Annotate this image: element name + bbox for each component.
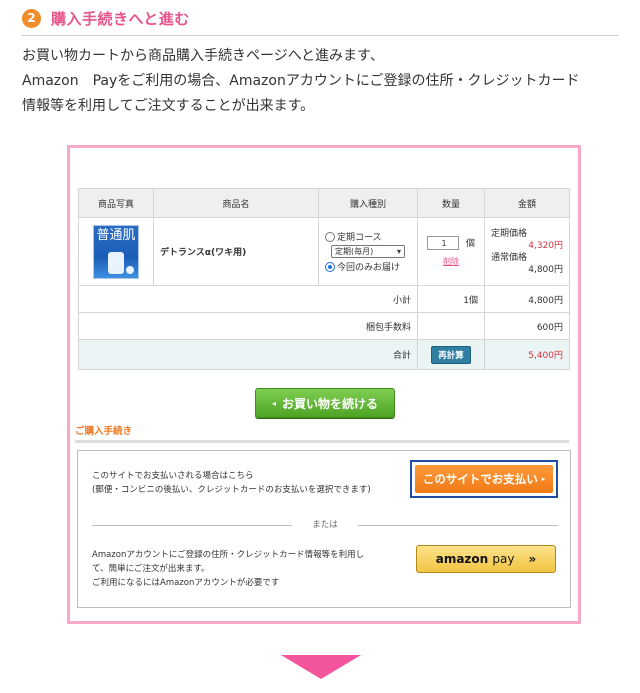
radio-label: 定期コース (337, 233, 382, 243)
radio-label: 今回のみお届け (337, 263, 401, 273)
continue-shopping-label: お買い物を続ける (282, 396, 379, 411)
chevron-left-icon: ◂ (271, 398, 276, 408)
subtotal-row: 小計 1個 4,800円 (78, 285, 570, 313)
header-amount: 金額 (484, 188, 570, 218)
payment-box: このサイトでお支払いされる場合はこちら (郵便・コンビニの後払い、クレジットカー… (77, 450, 571, 608)
amazon-pay-button[interactable]: amazon pay » (416, 545, 556, 573)
subscription-price: 4,320円 (528, 240, 563, 251)
select-value: 定期(毎月) (335, 247, 374, 256)
description-line: お買い物カートから商品購入手続きページへと進みます、 (22, 48, 384, 64)
radio-button-selected[interactable] (325, 261, 335, 272)
chevron-down-icon: ▾ (396, 247, 401, 256)
subscription-select[interactable]: 定期(毎月) ▾ (331, 245, 405, 258)
site-pay-text-line: このサイトでお支払いされる場合はこちら (92, 471, 254, 481)
table-row: 普通肌 デトランスα(ワキ用) 定期コース 定期(毎月) ▾ 今回のみお届け 1… (78, 217, 570, 286)
header-quantity: 数量 (417, 188, 485, 218)
description-line: Amazon Payをご利用の場合、Amazonアカウントにご登録の住所・クレジ… (22, 73, 580, 89)
cart-header-row: 商品写真 商品名 購入種別 数量 金額 (78, 188, 570, 218)
radio-once[interactable]: 今回のみお届け (325, 260, 411, 273)
header-photo: 商品写真 (78, 188, 154, 218)
amazon-text-line: Amazonアカウントにご登録の住所・クレジットカード情報等を利用し (92, 550, 365, 560)
bottle-graphic (108, 251, 124, 274)
subtotal-amount: 4,800円 (484, 285, 570, 313)
checkout-section-title: ご購入手続き (75, 426, 133, 437)
product-image-label: 普通肌 (96, 227, 136, 243)
amazon-text-line: て、簡単にご注文が出来ます。 (92, 564, 210, 574)
amazon-pay-logo: amazon pay (435, 552, 515, 566)
site-pay-focus-ring: このサイトでお支払い ▸ (410, 460, 558, 498)
screenshot-frame: 商品写真 商品名 購入種別 数量 金額 普通肌 デトランスα(ワキ用) 定期コー… (67, 145, 581, 624)
subtotal-qty: 1個 (417, 285, 485, 313)
continue-shopping-button[interactable]: ◂ お買い物を続ける (255, 388, 395, 418)
dot-graphic (126, 265, 134, 274)
product-name[interactable]: デトランスα(ワキ用) (160, 248, 246, 258)
double-chevron-icon: » (528, 552, 537, 566)
description: お買い物カートから商品購入手続きページへと進みます、 Amazon Payをご利… (22, 44, 622, 119)
down-arrow-icon (281, 655, 361, 679)
delete-link[interactable]: 削除 (443, 257, 459, 266)
site-pay-description: このサイトでお支払いされる場合はこちら (郵便・コンビニの後払い、クレジットカー… (92, 469, 371, 497)
radio-subscription[interactable]: 定期コース (325, 230, 411, 243)
packing-label: 梱包手数料 (78, 312, 418, 340)
total-amount: 5,400円 (484, 339, 570, 370)
quantity-input[interactable]: 1 (427, 236, 460, 251)
product-image[interactable]: 普通肌 (93, 224, 139, 279)
chevron-right-icon: ▸ (541, 475, 546, 483)
subtotal-label: 小計 (78, 285, 418, 313)
header-product-name: 商品名 (153, 188, 319, 218)
step-number-badge: 2 (22, 9, 41, 28)
amazon-pay-description: Amazonアカウントにご登録の住所・クレジットカード情報等を利用し て、簡単に… (92, 548, 364, 590)
step-title: 購入手続きへと進む (51, 10, 190, 28)
header-purchase-type: 購入種別 (318, 188, 418, 218)
amazon-text-line: ご利用になるにはAmazonアカウントが必要です (92, 578, 280, 588)
description-line: 情報等を利用してご注文することが出来ます。 (22, 98, 315, 114)
site-pay-button[interactable]: このサイトでお支払い ▸ (415, 465, 553, 493)
or-label: または (312, 520, 338, 530)
step-header: 2 購入手続きへと進む (22, 7, 618, 36)
cart-table: 商品写真 商品名 購入種別 数量 金額 普通肌 デトランスα(ワキ用) 定期コー… (78, 188, 570, 370)
section-divider (75, 440, 569, 443)
regular-price: 4,800円 (528, 264, 563, 275)
site-pay-label: このサイトでお支払い (422, 472, 538, 486)
radio-button[interactable] (325, 231, 335, 242)
site-pay-text-line: (郵便・コンビニの後払い、クレジットカードのお支払いを選択できます) (92, 485, 371, 495)
recalculate-button[interactable]: 再計算 (431, 345, 471, 364)
packing-amount: 600円 (484, 312, 570, 340)
subscription-price-label: 定期価格 (491, 228, 528, 239)
total-label: 合計 (78, 339, 418, 370)
regular-price-label: 通常価格 (491, 252, 528, 263)
total-row: 合計 再計算 5,400円 (78, 339, 570, 370)
or-divider: または (92, 518, 558, 532)
packing-row: 梱包手数料 600円 (78, 312, 570, 340)
quantity-unit: 個 (465, 238, 475, 249)
